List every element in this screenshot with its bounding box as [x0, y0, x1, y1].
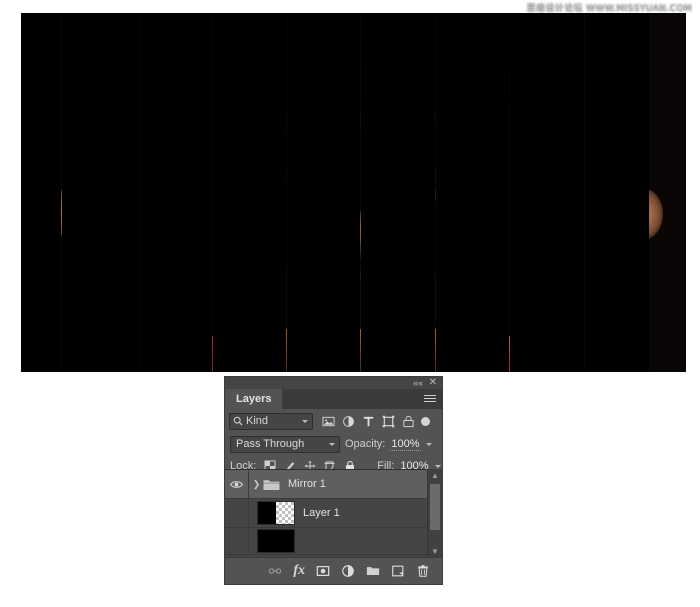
portrait-photo — [21, 13, 686, 372]
layer-name-mirror-1: Mirror 1 — [288, 478, 326, 490]
opacity-value[interactable]: 100% — [390, 438, 421, 451]
new-fill-adjustment-layer-icon[interactable] — [341, 564, 355, 578]
neck — [260, 328, 447, 372]
new-layer-icon[interactable] — [391, 564, 405, 578]
layers-list[interactable]: ❯ Mirror 1 Layer 1 — [225, 469, 442, 558]
opacity-label: Opacity: — [345, 438, 386, 450]
chevron-down-icon[interactable] — [302, 419, 308, 423]
layers-panel[interactable]: «« ✕ Layers Kind Pass Through Opacity: 1… — [224, 376, 443, 585]
collapse-panel-icon[interactable]: «« — [413, 378, 423, 388]
watermark-text: 思缘设计论坛 WWW.MISSYUAN.COM — [526, 4, 692, 14]
right-eye — [420, 188, 464, 202]
filter-pixel-layers-icon[interactable] — [322, 415, 335, 428]
link-layers-icon[interactable] — [268, 564, 282, 578]
thumbnail-black-half — [258, 502, 276, 524]
beard — [227, 260, 480, 355]
layer-visibility-toggle[interactable] — [225, 499, 249, 527]
filter-type-layers-icon[interactable] — [362, 415, 375, 428]
hair-region — [114, 13, 593, 114]
add-layer-style-icon[interactable]: fx — [293, 564, 305, 578]
blend-mode-select[interactable]: Pass Through — [230, 435, 340, 453]
filter-smart-object-icon[interactable] — [402, 415, 415, 428]
scrollbar-thumb[interactable] — [430, 484, 440, 530]
close-panel-icon[interactable]: ✕ — [429, 378, 437, 388]
filter-kind-select[interactable]: Kind — [229, 412, 313, 430]
fill-slider-chevron-icon[interactable] — [434, 464, 441, 468]
layer-visibility-toggle[interactable] — [225, 528, 249, 554]
panel-titlebar: «« ✕ — [225, 377, 442, 389]
left-eye — [240, 188, 285, 202]
opacity-slider-chevron-icon[interactable] — [425, 442, 432, 446]
right-shoulder-jersey — [479, 336, 540, 372]
layer-row-layer-1[interactable]: Layer 1 — [225, 499, 442, 528]
photoshop-canvas[interactable] — [21, 13, 686, 372]
new-group-icon[interactable] — [366, 564, 380, 578]
layers-panel-footer: fx — [225, 557, 442, 584]
layer-thumbnail-layer-1[interactable] — [257, 501, 295, 525]
add-layer-mask-icon[interactable] — [316, 564, 330, 578]
chevron-down-icon[interactable] — [329, 442, 335, 446]
layer-name-layer-1: Layer 1 — [303, 507, 340, 519]
filter-enable-toggle[interactable] — [421, 416, 430, 426]
nose — [326, 210, 381, 261]
lips — [306, 269, 401, 285]
eye-icon — [230, 480, 243, 488]
filter-kind-label: Kind — [246, 415, 269, 427]
panel-menu-icon[interactable] — [424, 395, 436, 403]
left-ear — [40, 188, 75, 236]
layer-row-mirror-1[interactable]: ❯ Mirror 1 — [225, 470, 442, 499]
right-eyebrow — [410, 167, 480, 184]
tab-layers-label: Layers — [236, 393, 272, 405]
left-eyebrow — [223, 167, 294, 184]
right-ear — [626, 188, 663, 240]
panel-tab-row: Layers — [225, 389, 442, 409]
layer-thumbnail-partial[interactable] — [257, 529, 295, 553]
blend-mode-value: Pass Through — [236, 438, 305, 450]
layers-list-scrollbar[interactable]: ▲ ▼ — [427, 469, 442, 558]
thumbnail-transparent-half — [276, 502, 294, 524]
filter-adjustment-layers-icon[interactable] — [342, 415, 355, 428]
filter-type-icons — [322, 415, 415, 428]
blend-mode-row: Pass Through Opacity: 100% — [225, 433, 442, 455]
scroll-up-arrow-icon[interactable]: ▲ — [428, 469, 442, 482]
chevron-right-icon[interactable]: ❯ — [251, 479, 262, 490]
layer-row-partial[interactable] — [225, 528, 442, 555]
search-icon — [233, 416, 243, 426]
left-shoulder-jersey — [167, 336, 228, 372]
delete-layer-icon[interactable] — [416, 564, 430, 578]
layer-filter-row: Kind — [225, 409, 442, 433]
tab-layers[interactable]: Layers — [225, 389, 283, 409]
folder-icon — [263, 479, 280, 490]
filter-shape-layers-icon[interactable] — [382, 415, 395, 428]
layer-visibility-toggle[interactable] — [225, 470, 249, 498]
